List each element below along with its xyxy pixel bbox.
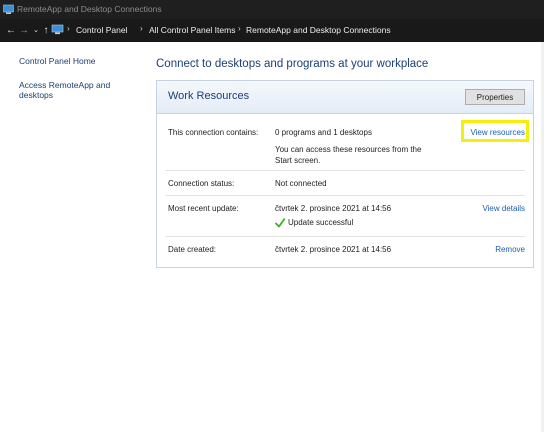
row-value-created: čtvrtek 2. prosince 2021 at 14:56: [275, 245, 392, 254]
forward-arrow-icon[interactable]: →: [18, 23, 30, 37]
title-bar: RemoteApp and Desktop Connections: [0, 0, 544, 19]
breadcrumb-control-panel[interactable]: Control Panel: [76, 25, 128, 35]
breadcrumb-remoteapp[interactable]: RemoteApp and Desktop Connections: [246, 25, 391, 35]
row-value-status: Not connected: [275, 179, 327, 188]
work-resources-panel: Work Resources Properties This connectio…: [156, 80, 534, 268]
breadcrumb-separator: ›: [140, 24, 143, 33]
row-value-contains: 0 programs and 1 desktops: [275, 128, 372, 137]
divider: [165, 170, 525, 171]
window-title: RemoteApp and Desktop Connections: [17, 4, 162, 14]
divider: [165, 195, 525, 196]
update-status-text: Update successful: [288, 218, 354, 227]
panel-header: Work Resources Properties: [157, 81, 533, 114]
remove-link[interactable]: Remove: [495, 245, 525, 254]
breadcrumb-separator: ›: [238, 24, 241, 33]
row-label-update: Most recent update:: [168, 204, 239, 213]
row-label-created: Date created:: [168, 245, 217, 254]
back-arrow-icon[interactable]: ←: [5, 23, 17, 37]
sidebar-item-access-remoteapp[interactable]: Access RemoteApp and desktops: [19, 80, 119, 100]
row-value-update: čtvrtek 2. prosince 2021 at 14:56: [275, 204, 392, 213]
control-panel-icon: [51, 24, 64, 35]
view-details-link[interactable]: View details: [482, 204, 525, 213]
breadcrumb-separator: ›: [67, 24, 70, 33]
page-title: Connect to desktops and programs at your…: [156, 58, 429, 70]
sidebar-item-control-panel-home[interactable]: Control Panel Home: [19, 56, 96, 66]
row-label-status: Connection status:: [168, 179, 235, 188]
highlight-box: [461, 120, 529, 142]
breadcrumb-all-items[interactable]: All Control Panel Items: [149, 25, 235, 35]
app-icon: [3, 4, 14, 14]
checkmark-icon: [275, 218, 285, 228]
address-bar: ← → ⌄ ↑ › Control Panel › All Control Pa…: [0, 19, 544, 42]
row-detail-contains: You can access these resources from the …: [275, 145, 422, 165]
properties-button[interactable]: Properties: [465, 89, 525, 105]
row-label-contains: This connection contains:: [168, 128, 259, 137]
panel-title: Work Resources: [168, 90, 250, 102]
divider: [165, 236, 525, 237]
